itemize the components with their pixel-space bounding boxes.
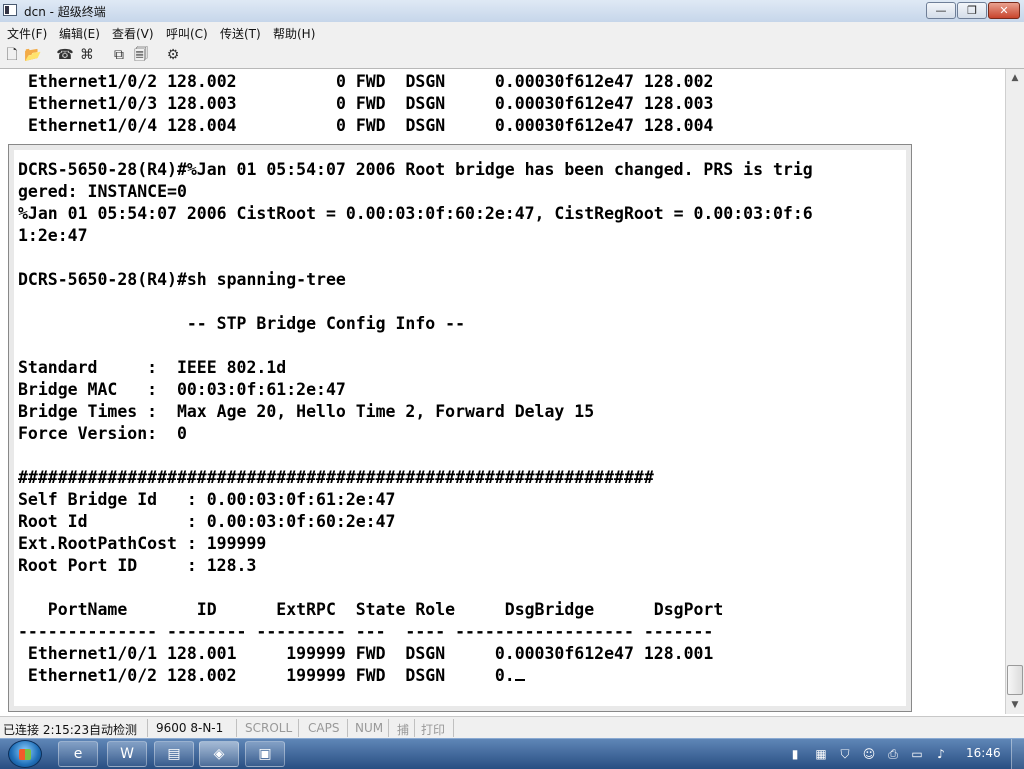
terminal-output: DCRS-5650-28(R4)#%Jan 01 05:54:07 2006 R… <box>18 159 813 687</box>
status-bar: 已连接 2:15:23 自动检测 9600 8-N-1 SCROLL CAPS … <box>0 716 1024 739</box>
terminal-line: ########################################… <box>18 468 654 487</box>
start-button[interactable] <box>8 740 42 768</box>
text-cursor <box>514 665 525 681</box>
vertical-scrollbar[interactable]: ▲ ▼ <box>1005 69 1024 714</box>
toolbar: 🗋 📂 ☎ ⌘ ⧉ 🗐 ⚙ <box>0 42 1024 69</box>
menu-bar: 文件(F) 编辑(E) 查看(V) 呼叫(C) 传送(T) 帮助(H) <box>0 22 1024 42</box>
menu-edit[interactable]: 编辑(E) <box>59 25 100 42</box>
terminal-line: Ethernet1/0/1 128.001 199999 FWD DSGN 0.… <box>18 644 714 663</box>
status-print: 打印 <box>421 723 446 737</box>
terminal-line: Ethernet1/0/2 128.002 199999 FWD DSGN 0. <box>18 666 515 685</box>
menu-view[interactable]: 查看(V) <box>112 25 154 42</box>
terminal-line: DCRS-5650-28(R4)#%Jan 01 05:54:07 2006 R… <box>18 160 813 179</box>
scrollbar-thumb[interactable] <box>1007 665 1023 695</box>
terminal-line: Ethernet1/0/2 128.002 0 FWD DSGN 0.00030… <box>28 72 714 91</box>
menu-transfer[interactable]: 传送(T) <box>220 25 261 42</box>
terminal-line: %Jan 01 05:54:07 2006 CistRoot = 0.00:03… <box>18 204 813 223</box>
taskbar: e W ▤ ◈ ▣ ▮ ▦ ⛉ ☺ ⎙ ▭ ♪ 16:46 <box>0 738 1024 769</box>
network-tray-icon[interactable]: ▦ <box>814 747 828 761</box>
status-capture: 捕 <box>397 723 410 737</box>
status-divider <box>347 719 348 737</box>
terminal-line: Ext.RootPathCost : 199999 <box>18 534 267 553</box>
menu-help[interactable]: 帮助(H) <box>273 25 315 42</box>
presentation-icon[interactable]: ▣ <box>245 741 285 767</box>
terminal-line: Root Id : 0.00:03:0f:60:2e:47 <box>18 512 396 531</box>
receive-icon[interactable]: 🗐 <box>132 46 150 64</box>
title-bar: dcn - 超级终端 — ❐ ✕ <box>0 0 1024 23</box>
terminal-line: Ethernet1/0/3 128.003 0 FWD DSGN 0.00030… <box>28 94 714 113</box>
explorer-icon[interactable]: ▤ <box>154 741 194 767</box>
terminal-line: PortName ID ExtRPC State Role DsgBridge … <box>18 600 724 619</box>
terminal-line: Standard : IEEE 802.1d <box>18 358 287 377</box>
terminal-area[interactable]: Ethernet1/0/2 128.002 0 FWD DSGN 0.00030… <box>0 69 1005 714</box>
scroll-down-arrow-icon[interactable]: ▼ <box>1007 697 1023 713</box>
scroll-up-arrow-icon[interactable]: ▲ <box>1007 70 1023 86</box>
people-icon[interactable]: ☺ <box>862 747 876 761</box>
clock[interactable]: 16:46 <box>966 746 1001 760</box>
status-divider <box>414 719 415 737</box>
open-folder-icon[interactable]: 📂 <box>24 46 42 64</box>
terminal-line: 1:2e:47 <box>18 226 88 245</box>
status-baud: 9600 8-N-1 <box>156 721 224 735</box>
terminal-line: Self Bridge Id : 0.00:03:0f:61:2e:47 <box>18 490 396 509</box>
shield-icon[interactable]: ⛉ <box>838 747 852 761</box>
terminal-line: -------------- -------- --------- --- --… <box>18 622 714 641</box>
status-divider <box>236 719 237 737</box>
terminal-line: Ethernet1/0/4 128.004 0 FWD DSGN 0.00030… <box>28 116 714 135</box>
menu-file[interactable]: 文件(F) <box>7 25 47 42</box>
word-icon[interactable]: W <box>107 741 147 767</box>
status-num: NUM <box>355 721 384 735</box>
terminal-line: Bridge MAC : 00:03:0f:61:2e:47 <box>18 380 346 399</box>
status-scroll: SCROLL <box>245 721 293 735</box>
status-divider <box>298 719 299 737</box>
device-icon[interactable]: ▭ <box>910 747 924 761</box>
maximize-button[interactable]: ❐ <box>957 2 987 19</box>
terminal-line: Root Port ID : 128.3 <box>18 556 257 575</box>
printer-icon[interactable]: ⎙ <box>886 747 900 761</box>
phone-icon[interactable]: ☎ <box>56 46 74 64</box>
status-divider <box>147 719 148 737</box>
status-divider <box>453 719 454 737</box>
properties-icon[interactable]: ⚙ <box>164 46 182 64</box>
show-desktop-button[interactable] <box>1011 739 1024 769</box>
terminal-line: gered: INSTANCE=0 <box>18 182 187 201</box>
status-connection: 已连接 2:15:23 <box>3 723 90 737</box>
terminal-line: -- STP Bridge Config Info -- <box>18 314 466 333</box>
volume-icon[interactable]: ♪ <box>934 747 948 761</box>
send-icon[interactable]: ⧉ <box>110 46 128 64</box>
status-divider <box>388 719 389 737</box>
status-detect: 自动检测 <box>89 723 138 737</box>
terminal-line: Bridge Times : Max Age 20, Hello Time 2,… <box>18 402 595 421</box>
ie-icon[interactable]: e <box>58 741 98 767</box>
close-button[interactable]: ✕ <box>988 2 1020 19</box>
terminal-line: DCRS-5650-28(R4)#sh spanning-tree <box>18 270 346 289</box>
minimize-button[interactable]: — <box>926 2 956 19</box>
menu-call[interactable]: 呼叫(C) <box>166 25 208 42</box>
terminal-app-icon <box>3 4 17 16</box>
disconnect-icon[interactable]: ⌘ <box>78 46 96 64</box>
action-center-icon[interactable]: ▮ <box>788 747 802 761</box>
terminal-top-output: Ethernet1/0/2 128.002 0 FWD DSGN 0.00030… <box>28 71 713 137</box>
terminal-line: Force Version: 0 <box>18 424 187 443</box>
new-file-icon[interactable]: 🗋 <box>3 46 21 64</box>
window-title: dcn - 超级终端 <box>24 5 106 19</box>
terminal-screen[interactable]: DCRS-5650-28(R4)#%Jan 01 05:54:07 2006 R… <box>8 144 912 712</box>
network-icon[interactable]: ◈ <box>199 741 239 767</box>
status-caps: CAPS <box>308 721 340 735</box>
